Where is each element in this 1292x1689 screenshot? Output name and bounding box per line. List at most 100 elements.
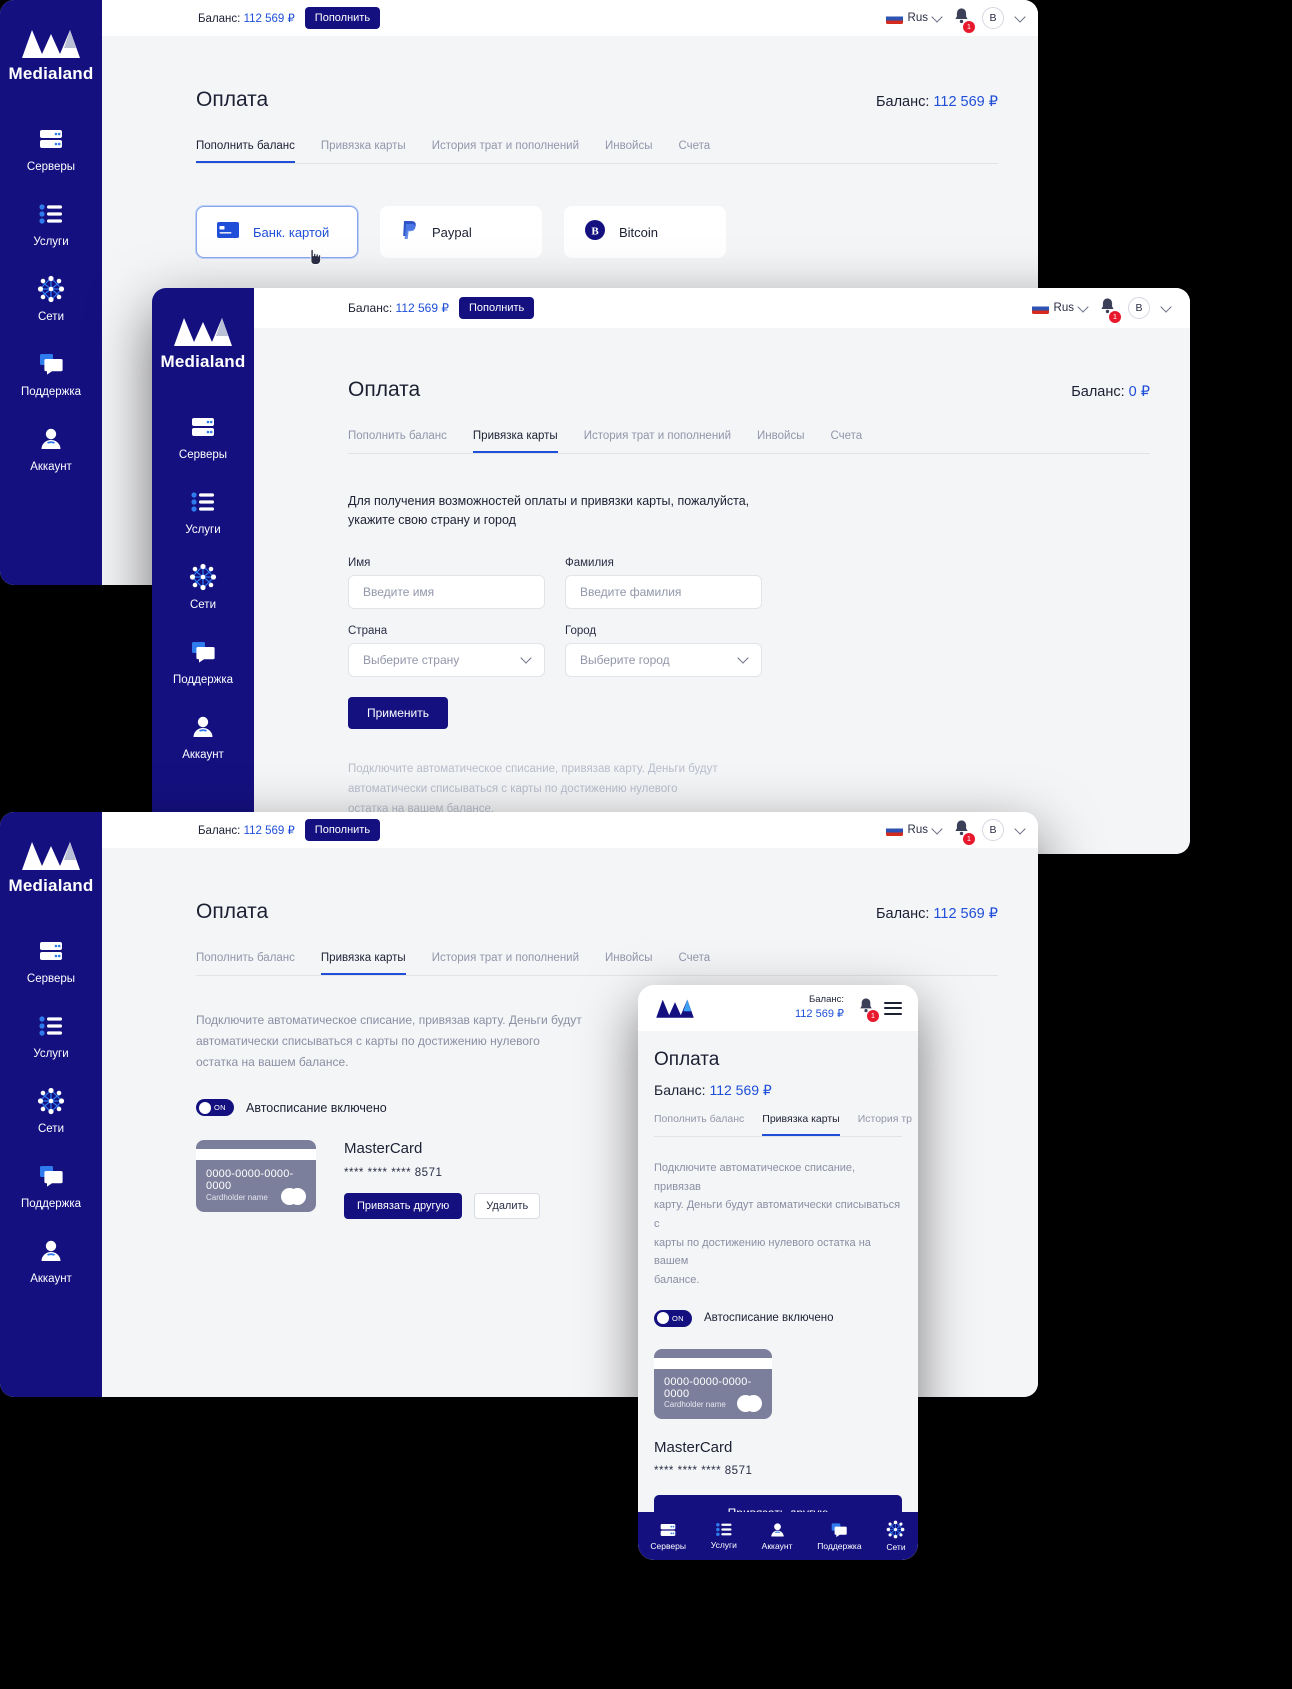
mobile-nav-item-account[interactable]: Аккаунт: [762, 1522, 792, 1551]
sidebar-item-account[interactable]: Аккаунт: [0, 424, 102, 473]
tab-invoices[interactable]: Инвойсы: [605, 952, 652, 975]
list-icon: [36, 1011, 66, 1041]
medialand-logo-icon: [22, 842, 80, 870]
sidebar-item-networks[interactable]: Сети: [0, 1086, 102, 1135]
notifications-button[interactable]: 1: [1099, 297, 1121, 323]
tab-history[interactable]: История трат и пополнений: [584, 430, 731, 453]
page-title: Оплата: [348, 378, 421, 401]
tab-card-binding[interactable]: Привязка карты: [320, 952, 406, 975]
card-holder-placeholder: Cardholder name: [664, 1399, 726, 1409]
tab-topup-balance[interactable]: Пополнить баланс: [348, 430, 447, 453]
avatar[interactable]: B: [1128, 297, 1150, 319]
tab-invoices[interactable]: Инвойсы: [605, 140, 652, 163]
sidebar-item-servers[interactable]: Серверы: [0, 124, 102, 173]
language-selector[interactable]: Rus: [885, 822, 943, 836]
tab-topup-balance[interactable]: Пополнить баланс: [196, 952, 295, 975]
topbar-balance-group: Баланс: 112 569 ₽ Пополнить: [198, 7, 381, 29]
chevron-down-icon: [520, 652, 532, 664]
hamburger-menu-icon[interactable]: [884, 1001, 902, 1015]
sidebar-item-servers[interactable]: Серверы: [152, 412, 254, 461]
language-label: Rus: [1053, 302, 1074, 314]
tab-card-binding[interactable]: Привязка карты: [762, 1113, 840, 1136]
logo[interactable]: Medialand: [0, 0, 102, 84]
sidebar-item-services[interactable]: Услуги: [152, 487, 254, 536]
tab-card-binding[interactable]: Привязка карты: [472, 430, 558, 453]
network-icon: [36, 274, 66, 304]
tab-accounts[interactable]: Счета: [678, 140, 710, 163]
sidebar-item-networks[interactable]: Сети: [0, 274, 102, 323]
mobile-nav-item-support[interactable]: Поддержка: [817, 1522, 862, 1551]
sidebar-item-support[interactable]: Поддержка: [0, 349, 102, 398]
logo[interactable]: Medialand: [152, 288, 254, 372]
medialand-logo-icon: [22, 30, 80, 58]
tab-topup-balance[interactable]: Пополнить баланс: [196, 140, 295, 163]
language-selector[interactable]: Rus: [1031, 300, 1089, 314]
autopay-note: Подключите автоматическое списание, прив…: [348, 759, 1150, 819]
tab-accounts[interactable]: Счета: [830, 430, 862, 453]
notifications-button[interactable]: 1: [953, 7, 975, 33]
sidebar-item-services[interactable]: Услуги: [0, 199, 102, 248]
tab-invoices[interactable]: Инвойсы: [757, 430, 804, 453]
mobile-balance-label: Баланс:: [809, 994, 844, 1006]
tab-card-binding[interactable]: Привязка карты: [321, 140, 406, 163]
tab-history[interactable]: История тр: [858, 1113, 912, 1136]
lastname-field[interactable]: Введите фамилия: [565, 574, 762, 609]
mobile-nav-item-networks[interactable]: Сети: [886, 1520, 906, 1552]
notifications-button[interactable]: 1: [858, 997, 879, 1022]
sidebar-item-label: Поддержка: [21, 1198, 81, 1210]
notifications-button[interactable]: 1: [953, 819, 975, 845]
payment-method-label: Банк. картой: [253, 224, 330, 240]
user-icon: [36, 1236, 66, 1266]
sidebar-nav: Серверы Услуги Сети Поддержка Аккаунт: [0, 124, 102, 473]
sidebar-item-account[interactable]: Аккаунт: [152, 712, 254, 761]
medialand-logo-icon[interactable]: [654, 997, 696, 1019]
chevron-down-icon[interactable]: [1014, 822, 1026, 835]
payment-method-paypal[interactable]: Paypal: [380, 206, 542, 258]
firstname-field[interactable]: Введите имя: [348, 574, 545, 609]
avatar[interactable]: B: [982, 7, 1004, 29]
mobile-nav-item-services[interactable]: Услуги: [711, 1522, 737, 1550]
city-select[interactable]: Выберите город: [565, 642, 762, 677]
payment-method-bitcoin[interactable]: B Bitcoin: [564, 206, 726, 258]
autopay-toggle[interactable]: ON: [196, 1099, 234, 1116]
sidebar-item-support[interactable]: Поддержка: [0, 1161, 102, 1210]
topbar: Баланс: 112 569 ₽ Пополнить Rus 1 B: [102, 812, 1038, 848]
chevron-down-icon[interactable]: [1014, 10, 1026, 23]
sidebar-item-services[interactable]: Услуги: [0, 1011, 102, 1060]
servers-icon: [660, 1523, 676, 1536]
tab-accounts[interactable]: Счета: [678, 952, 710, 975]
tab-history[interactable]: История трат и пополнений: [432, 952, 579, 975]
delete-card-button[interactable]: Удалить: [474, 1193, 541, 1219]
mobile-nav-label: Услуги: [710, 1540, 737, 1550]
card-magnetic-stripe: [654, 1357, 772, 1369]
page-balance: Баланс: 0 ₽: [1071, 384, 1150, 400]
country-label: Страна: [348, 624, 388, 637]
chat-icon: [36, 1161, 66, 1191]
sidebar-item-account[interactable]: Аккаунт: [0, 1236, 102, 1285]
credit-card-graphic: 0000-0000-0000-0000 Cardholder name: [196, 1140, 316, 1212]
avatar[interactable]: B: [982, 819, 1004, 841]
chevron-down-icon[interactable]: [1160, 300, 1172, 313]
language-selector[interactable]: Rus: [885, 10, 943, 24]
sidebar-item-servers[interactable]: Серверы: [0, 936, 102, 985]
mobile-nav-item-servers[interactable]: Серверы: [650, 1522, 686, 1551]
payment-method-bank-card[interactable]: Банк. картой: [196, 206, 358, 265]
lastname-label: Фамилия: [565, 556, 614, 569]
country-select[interactable]: Выберите страну: [348, 642, 545, 677]
logo[interactable]: Medialand: [0, 812, 102, 896]
autopay-toggle[interactable]: ON: [654, 1309, 692, 1327]
topup-button[interactable]: Пополнить: [459, 297, 535, 319]
list-icon: [715, 1522, 732, 1537]
sidebar-item-support[interactable]: Поддержка: [152, 637, 254, 686]
mobile-note-line2: карту. Деньги будут автоматически списыв…: [654, 1199, 901, 1231]
topup-button[interactable]: Пополнить: [304, 819, 381, 841]
topup-button[interactable]: Пополнить: [304, 7, 381, 29]
field-group-city: Город Выберите город: [565, 625, 762, 677]
apply-button[interactable]: Применить: [348, 696, 449, 729]
tab-history[interactable]: История трат и пополнений: [432, 140, 579, 163]
sidebar-nav: Серверы Услуги Сети Поддержка Аккаунт: [0, 936, 102, 1285]
rebind-card-button[interactable]: Привязать другую: [344, 1193, 463, 1219]
tab-topup-balance[interactable]: Пополнить баланс: [654, 1113, 744, 1136]
sidebar-item-networks[interactable]: Сети: [152, 562, 254, 611]
servers-icon: [36, 936, 66, 966]
